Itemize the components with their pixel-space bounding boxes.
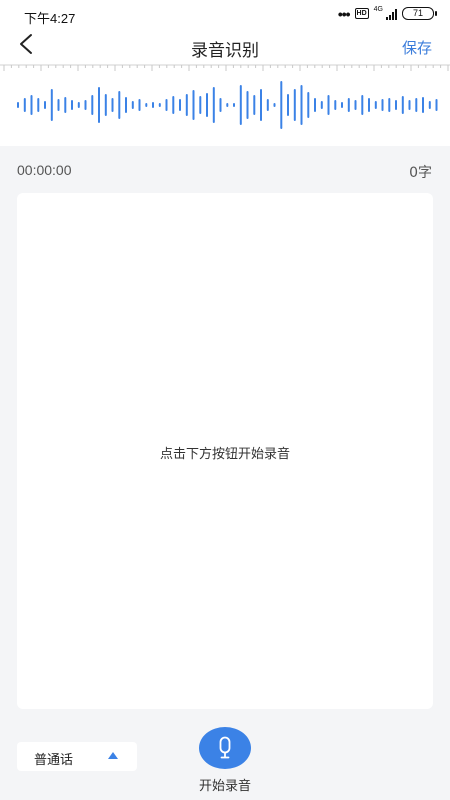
record-label: 开始录音 <box>198 779 251 794</box>
waveform-bar <box>401 96 404 114</box>
waveform-bar <box>84 100 87 110</box>
status-time: 下午4:27 <box>24 11 76 26</box>
waveform-bar <box>165 99 168 111</box>
waveform-bar <box>368 98 370 112</box>
header: 录音识别 保存 <box>0 30 450 64</box>
network-type: 4G <box>373 6 383 13</box>
waveform-bar <box>57 99 60 111</box>
more-dots-icon: ••• <box>337 5 351 22</box>
waveform-bar <box>17 102 19 108</box>
waveform-bar <box>334 100 337 110</box>
waveform-bar <box>199 96 202 114</box>
waveform-bar <box>341 102 343 108</box>
waveform-bar <box>219 98 222 112</box>
waveform-bar <box>125 97 127 113</box>
record-button[interactable] <box>198 727 251 769</box>
language-label: 普通话 <box>34 753 74 768</box>
recording-info: 00:00:00 0字 <box>0 146 450 192</box>
waveform-bar <box>347 98 350 112</box>
waveform-bar <box>23 98 26 112</box>
waveform-bar <box>98 87 100 123</box>
waveform-bar <box>138 99 141 111</box>
elapsed-time: 00:00:00 <box>17 162 72 178</box>
waveform-bar <box>185 94 188 116</box>
battery-icon: 71 <box>402 7 437 20</box>
caret-up-icon <box>108 752 118 759</box>
waveform-bar <box>145 103 148 107</box>
waveform-bar <box>172 96 175 114</box>
waveform-bar <box>71 100 73 110</box>
microphone-icon <box>219 736 230 759</box>
signal-icon <box>386 8 397 20</box>
waveform-bar <box>158 103 161 107</box>
waveform-bar <box>273 103 276 107</box>
waveform-bar <box>233 103 235 107</box>
waveform-bar <box>253 95 256 115</box>
waveform-bar <box>44 101 46 109</box>
waveform-bar <box>327 95 330 115</box>
waveform-bar <box>118 91 121 119</box>
waveform-bar <box>239 85 242 125</box>
timeline-ruler <box>0 64 450 71</box>
waveform-bar <box>179 99 181 111</box>
waveform-bar <box>293 89 296 121</box>
waveform <box>17 81 438 129</box>
waveform-bar <box>287 94 289 116</box>
status-icons: ••• HD 4G 71 <box>337 5 437 22</box>
waveform-area <box>0 64 450 146</box>
save-button[interactable]: 保存 <box>402 37 432 58</box>
waveform-bar <box>435 99 438 111</box>
waveform-bar <box>50 89 53 121</box>
waveform-bar <box>91 95 94 115</box>
status-bar: 下午4:27 ••• HD 4G 71 <box>0 0 450 30</box>
page-title: 录音识别 <box>191 41 259 61</box>
waveform-bar <box>37 98 40 112</box>
waveform-bar <box>320 101 323 109</box>
char-count: 0字 <box>409 165 432 181</box>
waveform-bar <box>212 87 215 123</box>
waveform-bar <box>30 95 33 115</box>
waveform-bar <box>77 102 80 108</box>
recording-page: 下午4:27 ••• HD 4G 71 录音识别 保存 00:00:00 0字 <box>0 0 450 800</box>
waveform-bar <box>152 102 154 108</box>
waveform-bar <box>131 101 134 109</box>
waveform-bar <box>361 95 364 115</box>
waveform-bar <box>395 100 397 110</box>
transcript-area[interactable]: 点击下方按钮开始录音 <box>17 193 433 709</box>
waveform-bar <box>408 100 411 110</box>
waveform-bar <box>307 92 310 118</box>
waveform-bar <box>111 98 114 112</box>
waveform-bar <box>354 100 357 110</box>
waveform-bar <box>300 85 303 125</box>
waveform-bar <box>64 97 67 113</box>
waveform-bar <box>314 98 316 112</box>
waveform-bar <box>206 93 208 117</box>
waveform-bar <box>428 101 431 109</box>
waveform-bar <box>226 103 229 107</box>
waveform-bar <box>192 90 195 120</box>
waveform-bar <box>266 99 269 111</box>
waveform-bar <box>381 99 384 111</box>
hd-icon: HD <box>354 8 369 19</box>
waveform-bar <box>415 98 418 112</box>
waveform-bar <box>260 89 262 121</box>
waveform-bar <box>388 98 391 112</box>
empty-hint: 点击下方按钮开始录音 <box>159 447 290 462</box>
waveform-bar <box>374 101 377 109</box>
language-select[interactable]: 普通话 <box>17 742 137 771</box>
waveform-bar <box>246 91 249 119</box>
record-circle <box>198 727 251 769</box>
waveform-bar <box>422 97 424 113</box>
waveform-bar <box>104 94 107 116</box>
waveform-bar <box>280 81 283 129</box>
